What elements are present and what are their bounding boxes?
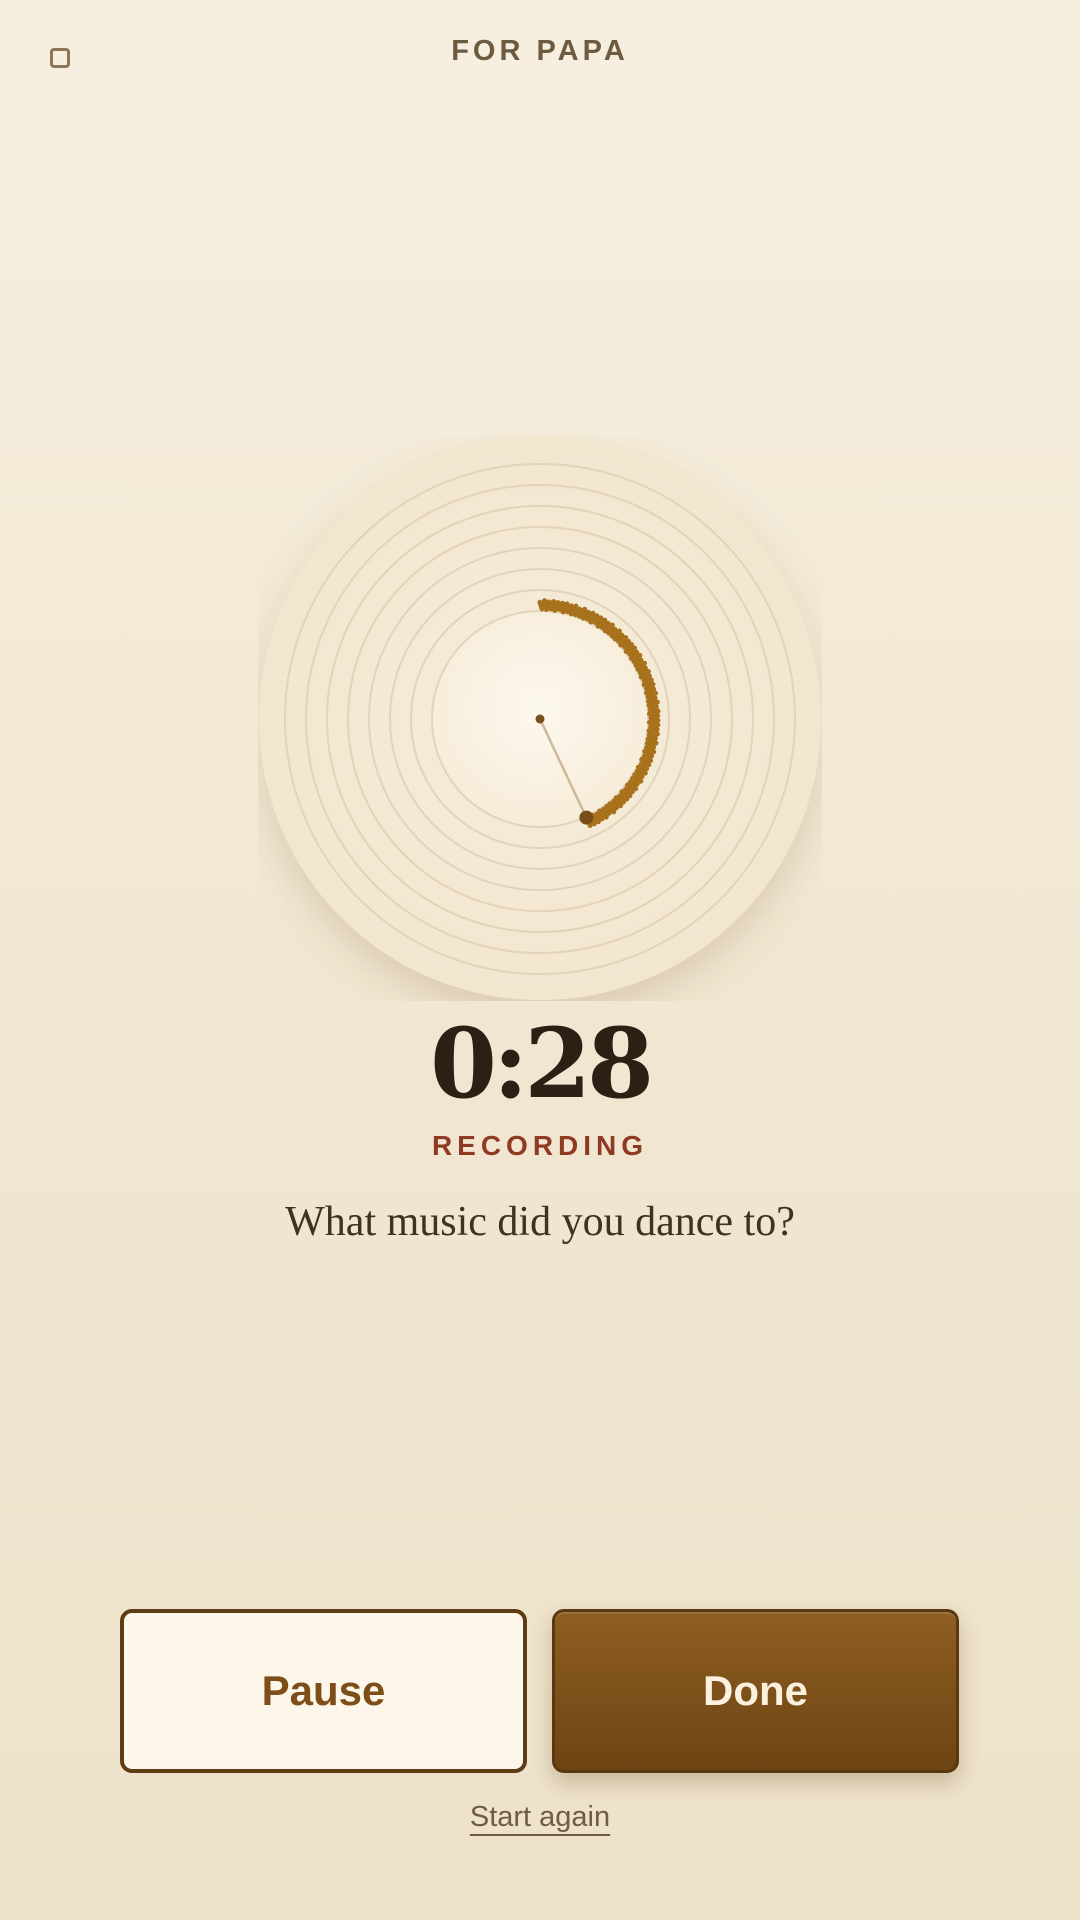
page-title: FOR PAPA (451, 35, 629, 67)
done-button[interactable]: Done (552, 1609, 959, 1773)
restart-link-row: Start again (0, 1801, 1080, 1834)
pause-button[interactable]: Pause (120, 1609, 527, 1773)
recording-dial (258, 437, 822, 1001)
spindle-dot (535, 714, 545, 724)
recording-dial-graphic (259, 438, 821, 1000)
playhead-dot (579, 810, 594, 825)
elapsed-timer: 0:28 (430, 1007, 654, 1120)
prompt-question: What music did you dance to? (285, 1199, 795, 1245)
top-bar: FOR PAPA (0, 0, 1080, 110)
start-again-link[interactable]: Start again (470, 1801, 610, 1833)
recording-status: RECORDING (431, 1130, 649, 1161)
